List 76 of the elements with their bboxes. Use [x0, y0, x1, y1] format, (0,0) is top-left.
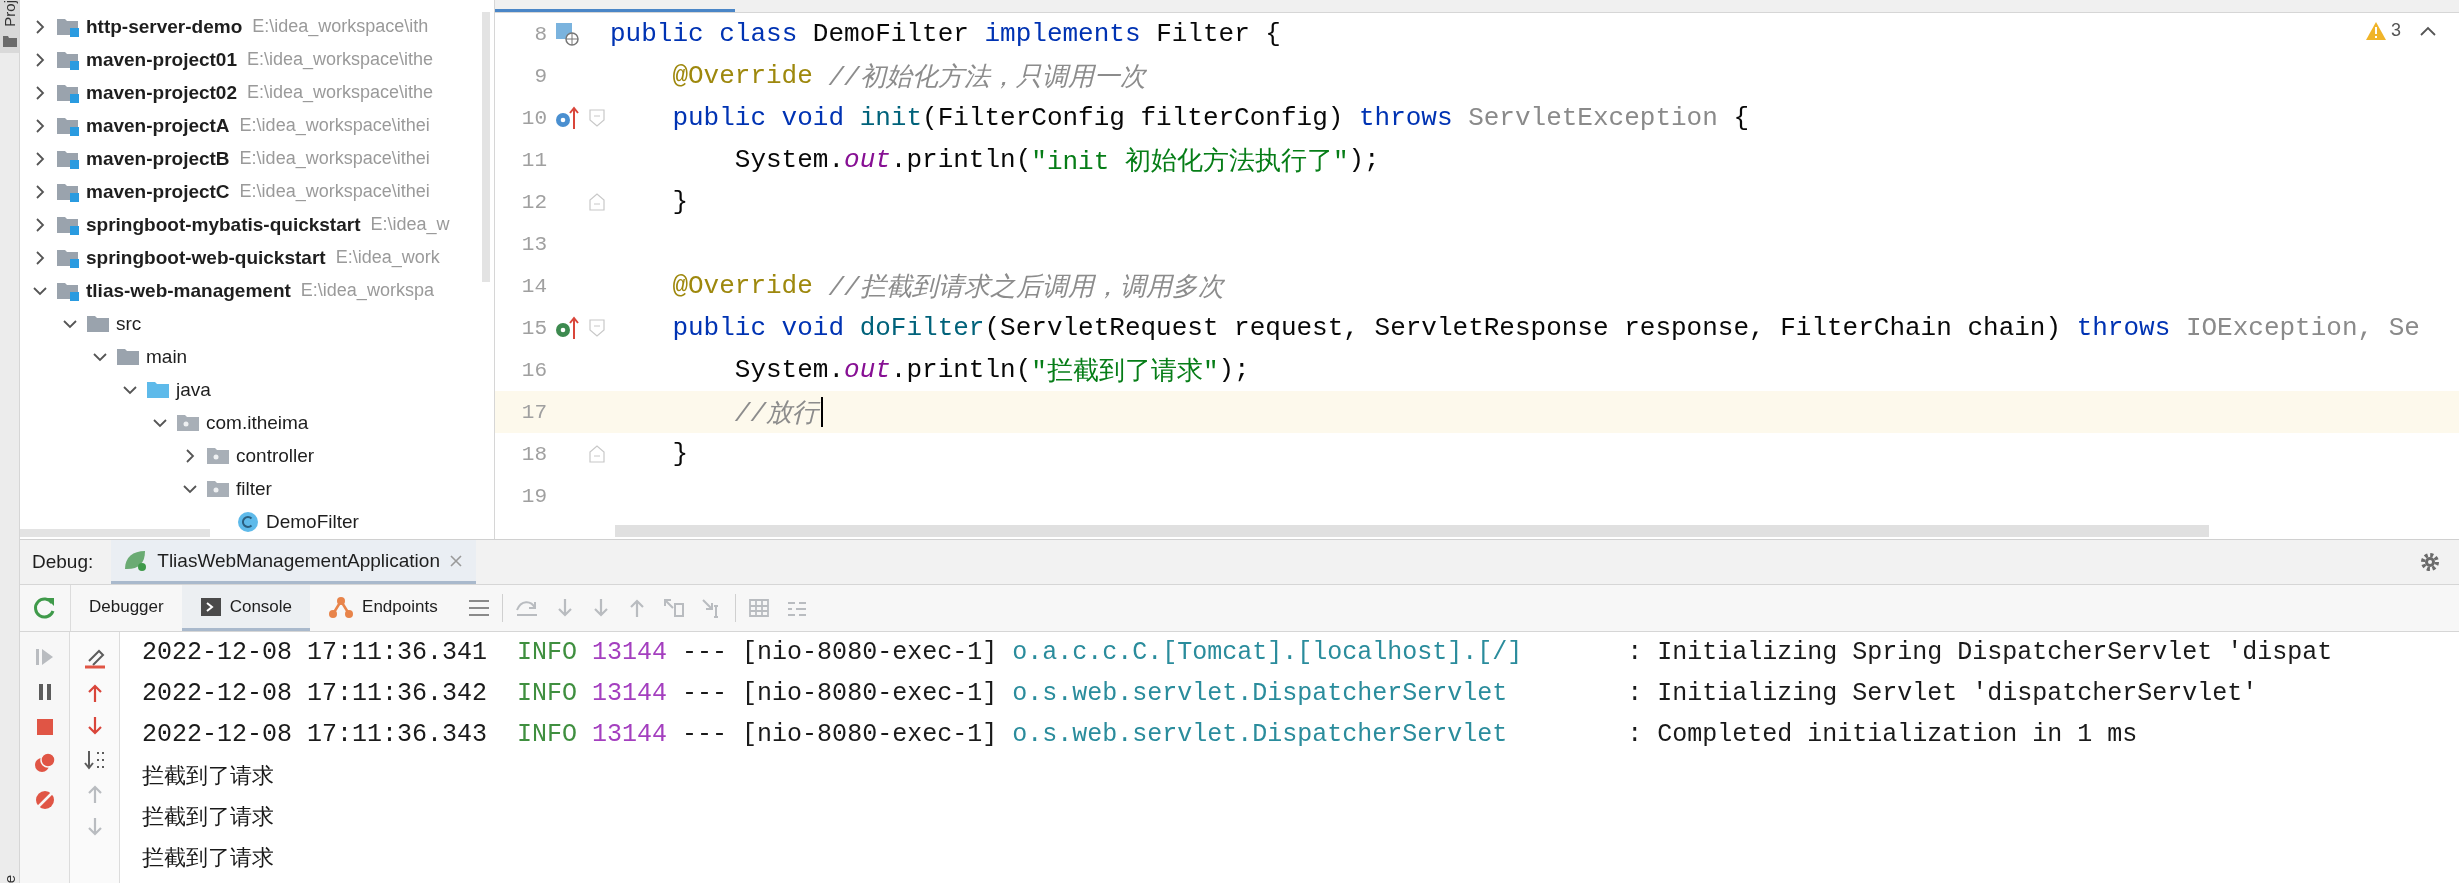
console-icon	[199, 596, 222, 617]
session-tab[interactable]: TliasWebManagementApplication	[111, 540, 476, 584]
tree-item-label[interactable]: maven-project02	[86, 81, 237, 104]
code-line: public void doFilter(ServletRequest request, ServletResponse response, FilterChain chain) throws IOException, Se	[671, 313, 2420, 343]
tree-item-label[interactable]: maven-project01	[86, 48, 237, 71]
settings-icon[interactable]	[2419, 551, 2441, 573]
code-line: //放行	[610, 394, 824, 430]
log-line: 2022-12-08 17:11:36.342 INFO 13144 --- [nio-8080-exec-1] o.s.web.servlet.DispatcherServlet : Initializing Servlet 'dispatcherServlet'	[142, 678, 2258, 710]
panel-title: Debug:	[31, 551, 95, 573]
output-line: 拦截到了请求	[142, 844, 274, 872]
line-number: 10	[520, 106, 547, 130]
scrollbar[interactable]	[482, 12, 490, 282]
tree-item-label[interactable]: main	[146, 345, 188, 368]
code-line: @Override //拦截到请求之后调用，调用多次	[671, 270, 1224, 304]
line-number: 18	[520, 442, 547, 466]
tool-window-label[interactable]: e	[1, 874, 18, 883]
path-label: E:\idea_workspace\ithe	[247, 49, 434, 70]
output-line: 拦截到了请求	[142, 803, 274, 831]
panel-tab[interactable]: Endpoints	[310, 585, 456, 631]
code-line: }	[671, 439, 688, 469]
line-number: 16	[520, 358, 547, 382]
class-file-icon	[554, 21, 580, 47]
code-line: }	[671, 187, 688, 217]
panel-tab[interactable]: Console	[181, 585, 311, 631]
log-line: 2022-12-08 17:11:36.341 INFO 13144 --- [nio-8080-exec-1] o.a.c.c.C.[Tomcat].[localhost].[/] : Initializing Spring DispatcherServlet 'dispat	[142, 637, 2333, 669]
path-label: E:\idea_work	[335, 247, 440, 268]
sort-icon[interactable]	[82, 749, 107, 771]
line-number: 14	[520, 274, 547, 298]
log-line: 2022-12-08 17:11:36.343 INFO 13144 --- [nio-8080-exec-1] o.s.web.servlet.DispatcherServlet : Completed initialization in 1 ms	[142, 719, 2138, 751]
line-number: 13	[520, 232, 547, 256]
tree-item-label[interactable]: controller	[236, 444, 315, 467]
folder-icon[interactable]	[2, 34, 17, 47]
path-label: E:\idea_workspace\ith	[252, 16, 429, 37]
menu-icon[interactable]	[467, 599, 490, 617]
circle-arrow-icon[interactable]	[554, 315, 580, 341]
code-line: System.out.println("init 初始化方法执行了");	[733, 144, 1380, 178]
tree-item-label[interactable]: filter	[236, 477, 272, 500]
tree-item-label[interactable]: DemoFilter	[266, 510, 359, 533]
warning-count[interactable]: 3	[2391, 20, 2401, 41]
close-icon[interactable]	[448, 552, 464, 569]
path-label: E:\idea_workspace\ithei	[239, 115, 430, 136]
tree-item-label[interactable]: src	[116, 312, 142, 335]
circle-arrow-icon[interactable]	[554, 105, 580, 131]
line-number: 9	[533, 64, 547, 88]
scrollbar[interactable]	[20, 529, 210, 537]
path-label: E:\idea_workspa	[300, 280, 434, 301]
code-line: System.out.println("拦截到了请求");	[733, 354, 1250, 388]
tree-item-label[interactable]: maven-projectB	[86, 147, 230, 170]
chevron-up-icon[interactable]	[2419, 24, 2437, 37]
nodes-icon	[328, 594, 355, 619]
line-number: 17	[520, 400, 547, 424]
line-number: 12	[520, 190, 547, 214]
line-number: 11	[520, 148, 547, 172]
breakpoints-icon[interactable]	[32, 751, 57, 775]
tree-item-label[interactable]: springboot-web-quickstart	[86, 246, 326, 269]
tree-item-label[interactable]: java	[176, 378, 211, 401]
path-label: E:\idea_workspace\ithe	[247, 82, 434, 103]
tree-item-label[interactable]: maven-projectC	[86, 180, 230, 203]
panel-tab[interactable]: Debugger	[71, 585, 182, 631]
class-icon	[236, 510, 260, 533]
tree-item-label[interactable]: springboot-mybatis-quickstart	[86, 213, 361, 236]
code-line: public class DemoFilter implements Filter {	[610, 19, 1281, 49]
tree-item-label[interactable]: tlias-web-management	[86, 279, 291, 302]
line-number: 8	[533, 22, 547, 46]
scrollbar[interactable]	[615, 525, 2209, 537]
line-number: 19	[520, 484, 547, 508]
code-line: public void init(FilterConfig filterConfig) throws ServletException {	[671, 103, 1749, 133]
code-line: @Override //初始化方法，只调用一次	[671, 60, 1146, 94]
tree-item-label[interactable]: com.itheima	[206, 411, 309, 434]
line-number: 15	[520, 316, 547, 340]
path-label: E:\idea_workspace\ithei	[239, 181, 430, 202]
path-label: E:\idea_workspace\ithei	[239, 148, 430, 169]
path-label: E:\idea_w	[370, 214, 450, 235]
tree-item-label[interactable]: http-server-demo	[86, 15, 243, 38]
tree-item-label[interactable]: maven-projectA	[86, 114, 230, 137]
output-line: 拦截到了请求	[142, 762, 274, 790]
